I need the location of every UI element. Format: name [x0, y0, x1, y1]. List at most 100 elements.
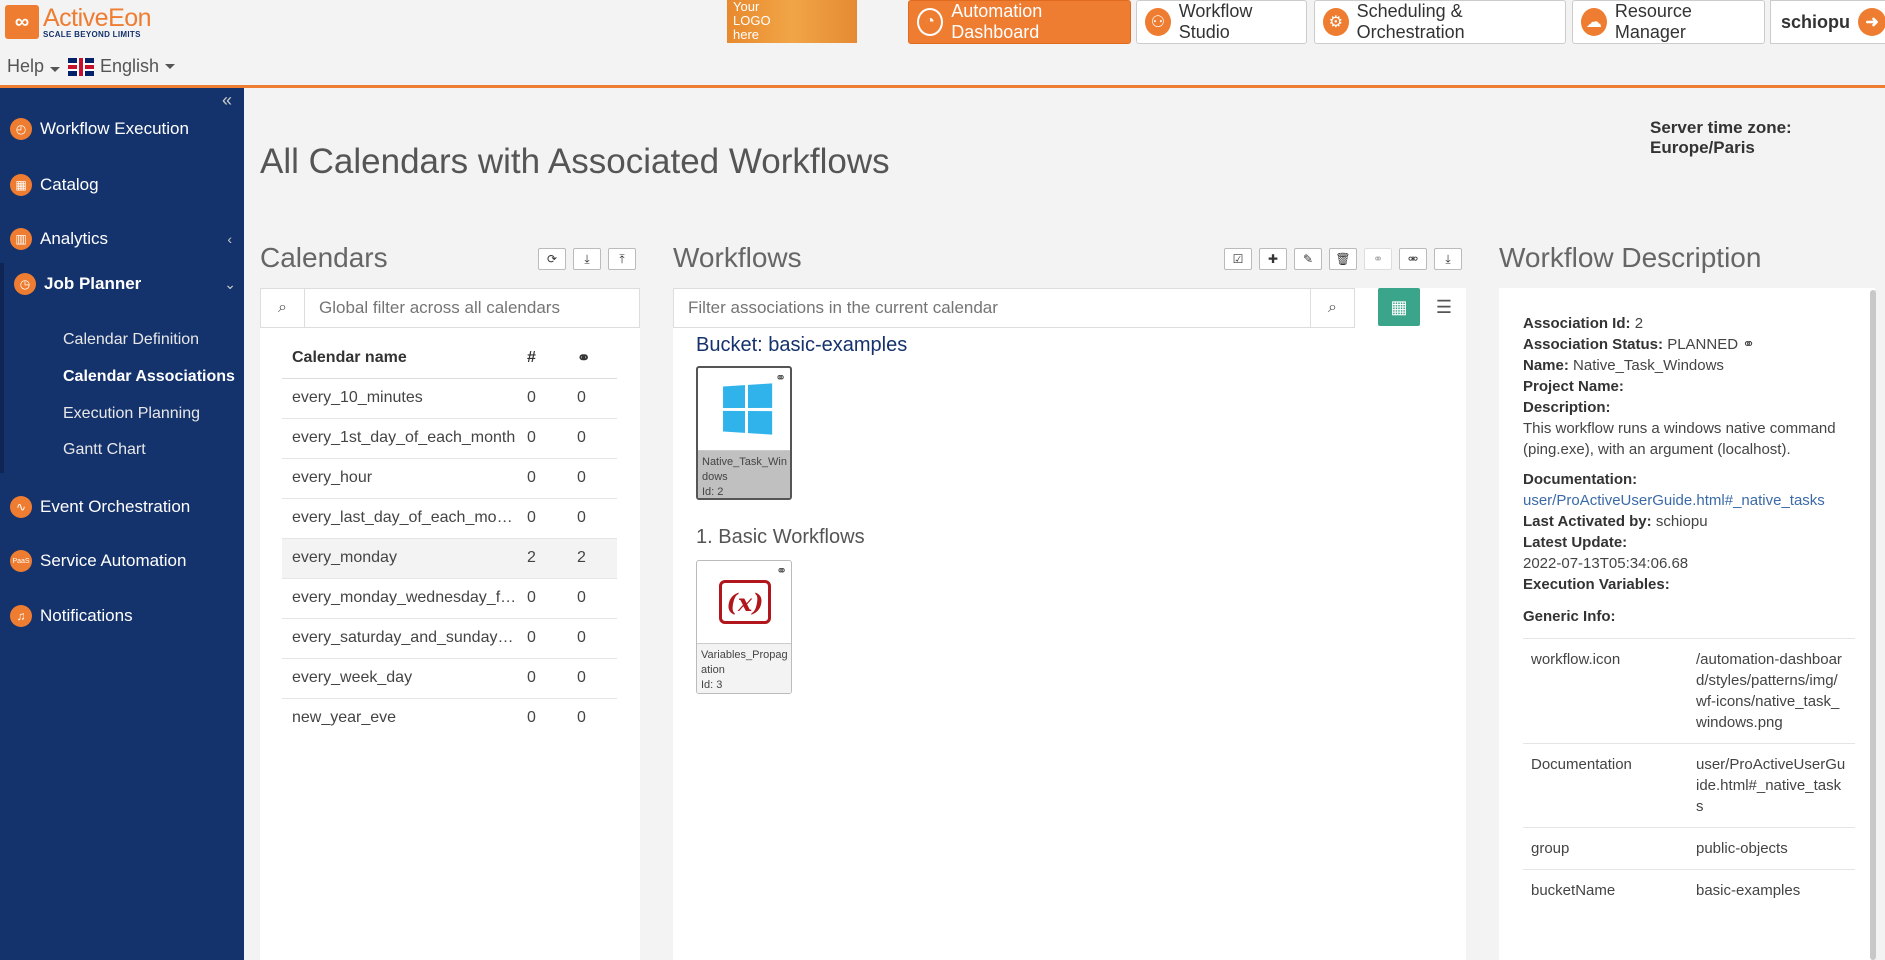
calendar-search-input[interactable]: [305, 298, 635, 318]
list-view-button[interactable]: ☰: [1423, 288, 1465, 326]
page-title: All Calendars with Associated Workflows: [260, 142, 890, 181]
table-row: Documentation user/ProActiveUserGuide.htm…: [1523, 743, 1855, 828]
table-row: workflow.icon/automation-dashboard/style…: [1523, 638, 1855, 744]
help-menu[interactable]: Help: [7, 56, 61, 77]
sidebar-item-workflow-execution[interactable]: ◴ Workflow Execution: [10, 118, 240, 140]
your-logo-line: LOGO: [733, 13, 771, 28]
table-row[interactable]: every_monday_wednesday_fri... 0 0: [282, 578, 617, 619]
workflow-card-variables-propagation[interactable]: (x) ⚭ Variables_Propagation Id: 3: [696, 560, 792, 694]
search-icon[interactable]: ⌕: [1310, 289, 1354, 327]
link-icon: ⚭: [1372, 252, 1384, 266]
calendar-name-cell: every_week_day: [282, 658, 517, 699]
table-row[interactable]: every_week_day 0 0: [282, 658, 617, 699]
unlink-button[interactable]: ⚮: [1399, 248, 1427, 270]
top-header: ∞ ActiveEon SCALE BEYOND LIMITS Help Eng…: [0, 0, 1885, 88]
table-row: group public-objects: [1523, 827, 1855, 870]
links-cell: 0: [567, 418, 617, 459]
sidebar-item-catalog[interactable]: ▦ Catalog: [10, 174, 240, 196]
documentation-row: Documentation:: [1523, 469, 1858, 490]
field-label: Name:: [1523, 357, 1569, 374]
refresh-button[interactable]: ⟳: [538, 248, 566, 270]
name-row: Name: Native_Task_Windows: [1523, 355, 1858, 376]
latest-update-row: Latest Update:: [1523, 532, 1858, 553]
count-cell: 0: [517, 658, 567, 699]
sidebar-item-label: Notifications: [40, 606, 133, 625]
table-row[interactable]: every_last_day_of_each_month 0 0: [282, 498, 617, 539]
column-calendar-name[interactable]: Calendar name: [282, 338, 517, 379]
sidebar-item-notifications[interactable]: ♫ Notifications: [10, 605, 240, 627]
activeeon-logo-mark: ∞: [5, 5, 39, 39]
download-workflows-button[interactable]: ⤓: [1434, 248, 1462, 270]
table-row[interactable]: every_saturday_and_sunday_... 0 0: [282, 618, 617, 659]
column-count[interactable]: #: [517, 338, 567, 379]
download-icon: ⤓: [584, 251, 590, 266]
links-cell: 0: [567, 498, 617, 539]
uk-flag-icon: [68, 57, 94, 76]
sidebar-item-service-automation[interactable]: PaaS Service Automation: [10, 550, 240, 572]
column-links[interactable]: ⚭: [567, 338, 617, 379]
collapse-sidebar-icon[interactable]: «: [222, 90, 232, 111]
activeeon-logo[interactable]: ∞ ActiveEon SCALE BEYOND LIMITS: [5, 4, 165, 40]
link-icon: ⚭: [776, 563, 787, 578]
sidebar-sub-execution-planning[interactable]: Execution Planning: [63, 405, 200, 423]
execution-variables-row: Execution Variables:: [1523, 574, 1858, 595]
edit-association-button[interactable]: ✎: [1294, 248, 1322, 270]
logout-icon[interactable]: ➜: [1858, 8, 1885, 36]
nav-scheduling-orchestration[interactable]: ⚙ Scheduling & Orchestration: [1314, 0, 1566, 44]
count-cell: 0: [517, 498, 567, 539]
grid-view-button[interactable]: ▦: [1378, 288, 1420, 326]
count-cell: 0: [517, 578, 567, 619]
generic-info-value: user/ProActiveUserGuide.html#_native_tas…: [1688, 743, 1855, 828]
table-row[interactable]: new_year_eve 0 0: [282, 698, 617, 738]
list-icon: ☰: [1435, 296, 1453, 317]
field-label: Execution Variables:: [1523, 576, 1670, 593]
field-label: Description:: [1523, 399, 1611, 416]
sidebar-item-job-planner[interactable]: ◷ Job Planner ⌄: [14, 273, 244, 295]
download-icon: ⤓: [1445, 251, 1451, 266]
download-button[interactable]: ⤓: [573, 248, 601, 270]
add-association-button[interactable]: ✚: [1259, 248, 1287, 270]
generic-info-value: basic-examples: [1688, 869, 1855, 911]
workflow-studio-icon: ⚇: [1145, 8, 1171, 36]
paas-icon: PaaS: [10, 550, 32, 572]
nav-automation-dashboard[interactable]: ◔ Automation Dashboard: [908, 0, 1131, 44]
sidebar-sub-calendar-definition[interactable]: Calendar Definition: [63, 331, 199, 349]
workflow-description-panel: Association Id: 2 Association Status: PL…: [1499, 288, 1875, 960]
calendar-name-cell: every_monday: [282, 538, 517, 579]
language-selector[interactable]: English: [68, 56, 176, 77]
trash-icon: 🗑: [1335, 252, 1351, 266]
server-timezone: Server time zone: Europe/Paris: [1650, 118, 1792, 157]
link-icon: ⚭: [577, 349, 591, 367]
sidebar-sub-calendar-associations[interactable]: Calendar Associations: [63, 368, 235, 386]
table-row[interactable]: every_1st_day_of_each_month 0 0: [282, 418, 617, 459]
nav-label: Resource Manager: [1614, 1, 1692, 42]
workflows-panel: ⌕ ▦ ☰ Bucket: basic-examples ⚭ Native_Ta…: [673, 288, 1466, 960]
calendar-name-cell: every_hour: [282, 458, 517, 499]
table-row[interactable]: every_hour 0 0: [282, 458, 617, 499]
sidebar-sub-gantt-chart[interactable]: Gantt Chart: [63, 441, 146, 459]
upload-button[interactable]: ⤒: [608, 248, 636, 270]
workflow-card-native-task-windows[interactable]: ⚭ Native_Task_Windows Id: 2: [696, 366, 792, 500]
chevron-down-icon: ⌄: [224, 275, 236, 292]
sidebar-item-analytics[interactable]: ▥ Analytics ‹: [10, 228, 240, 250]
sidebar-item-label: Event Orchestration: [40, 497, 191, 516]
calendars-title: Calendars: [260, 242, 388, 273]
description-scrollbar[interactable]: [1870, 290, 1876, 960]
documentation-link[interactable]: user/ProActiveUserGuide.html#_native_tas…: [1523, 492, 1825, 509]
workflow-search-input[interactable]: [674, 298, 1294, 318]
link-button[interactable]: ⚭: [1364, 248, 1392, 270]
nav-workflow-studio[interactable]: ⚇ Workflow Studio: [1136, 0, 1307, 44]
table-row-selected[interactable]: every_monday 2 2: [282, 538, 617, 579]
link-icon: ⚭: [1742, 336, 1755, 353]
plus-icon: ✚: [1267, 252, 1279, 266]
delete-association-button[interactable]: 🗑: [1329, 248, 1357, 270]
sidebar-item-event-orchestration[interactable]: ∿ Event Orchestration: [10, 496, 240, 518]
association-status-row: Association Status: PLANNED ⚭: [1523, 334, 1858, 355]
table-row[interactable]: every_10_minutes 0 0: [282, 378, 617, 419]
generic-info-row: Generic Info:: [1523, 606, 1858, 627]
field-label: Association Status:: [1523, 336, 1664, 353]
nav-resource-manager[interactable]: ☁ Resource Manager: [1572, 0, 1765, 44]
select-all-button[interactable]: ☑: [1224, 248, 1252, 270]
sidebar-item-label: Workflow Execution: [40, 119, 189, 138]
user-menu[interactable]: schiopu ➜: [1770, 0, 1885, 44]
